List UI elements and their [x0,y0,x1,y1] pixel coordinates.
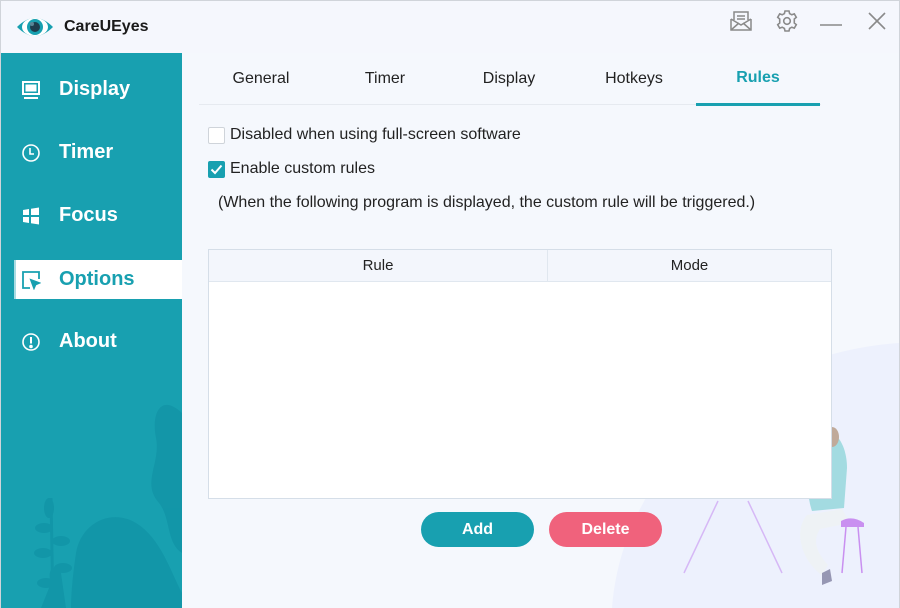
fullscreen-disable-checkbox[interactable] [208,126,225,144]
column-header-mode[interactable]: Mode [548,250,831,281]
close-icon [867,11,887,36]
custom-rules-option[interactable]: Enable custom rules [208,160,375,178]
gear-icon [775,9,799,38]
custom-rules-note: (When the following program is displayed… [218,194,756,211]
add-rule-button[interactable]: Add [421,512,534,547]
custom-rules-checkbox[interactable] [208,160,225,178]
tab-timer[interactable]: Timer [323,53,447,105]
windows-icon [20,205,42,227]
tab-display[interactable]: Display [447,53,571,105]
monitor-icon [20,79,42,101]
minimize-icon [819,14,843,32]
tab-rules[interactable]: Rules [696,53,820,106]
sidebar-item-label: Focus [59,204,118,226]
tab-bar: General Timer Display Hotkeys Rules [199,53,821,106]
sidebar-item-display[interactable]: Display [14,70,182,109]
rules-panel: General Timer Display Hotkeys Rules Disa… [182,53,899,608]
close-button[interactable] [860,9,894,37]
clock-icon [20,142,42,164]
rules-table: Rule Mode [208,249,832,499]
settings-button[interactable] [770,9,804,37]
sidebar: Display Timer Focus Options About [1,53,182,608]
fullscreen-disable-option[interactable]: Disabled when using full-screen software [208,126,521,144]
fullscreen-disable-label: Disabled when using full-screen software [230,126,521,143]
sidebar-item-label: Options [59,268,135,290]
feedback-button[interactable] [724,9,758,37]
custom-rules-label: Enable custom rules [230,160,375,177]
info-exclamation-icon [20,331,42,353]
rules-table-header: Rule Mode [209,250,831,282]
eye-logo-icon [15,13,55,41]
app-title: CareUEyes [64,18,149,35]
cursor-select-icon [20,269,42,291]
column-header-rule[interactable]: Rule [209,250,548,281]
title-bar: CareUEyes [1,1,899,53]
sidebar-item-label: Display [59,78,131,100]
sidebar-item-timer[interactable]: Timer [14,133,182,172]
checkmark-icon [210,164,223,174]
sidebar-item-focus[interactable]: Focus [14,196,182,235]
sidebar-item-label: Timer [59,141,114,163]
mail-open-icon [729,10,753,37]
sidebar-item-about[interactable]: About [14,322,182,361]
tab-general[interactable]: General [199,53,323,105]
tab-hotkeys[interactable]: Hotkeys [572,53,696,105]
delete-rule-button[interactable]: Delete [549,512,662,547]
sidebar-item-options[interactable]: Options [14,260,182,299]
minimize-button[interactable] [814,9,848,37]
sidebar-item-label: About [59,330,117,352]
